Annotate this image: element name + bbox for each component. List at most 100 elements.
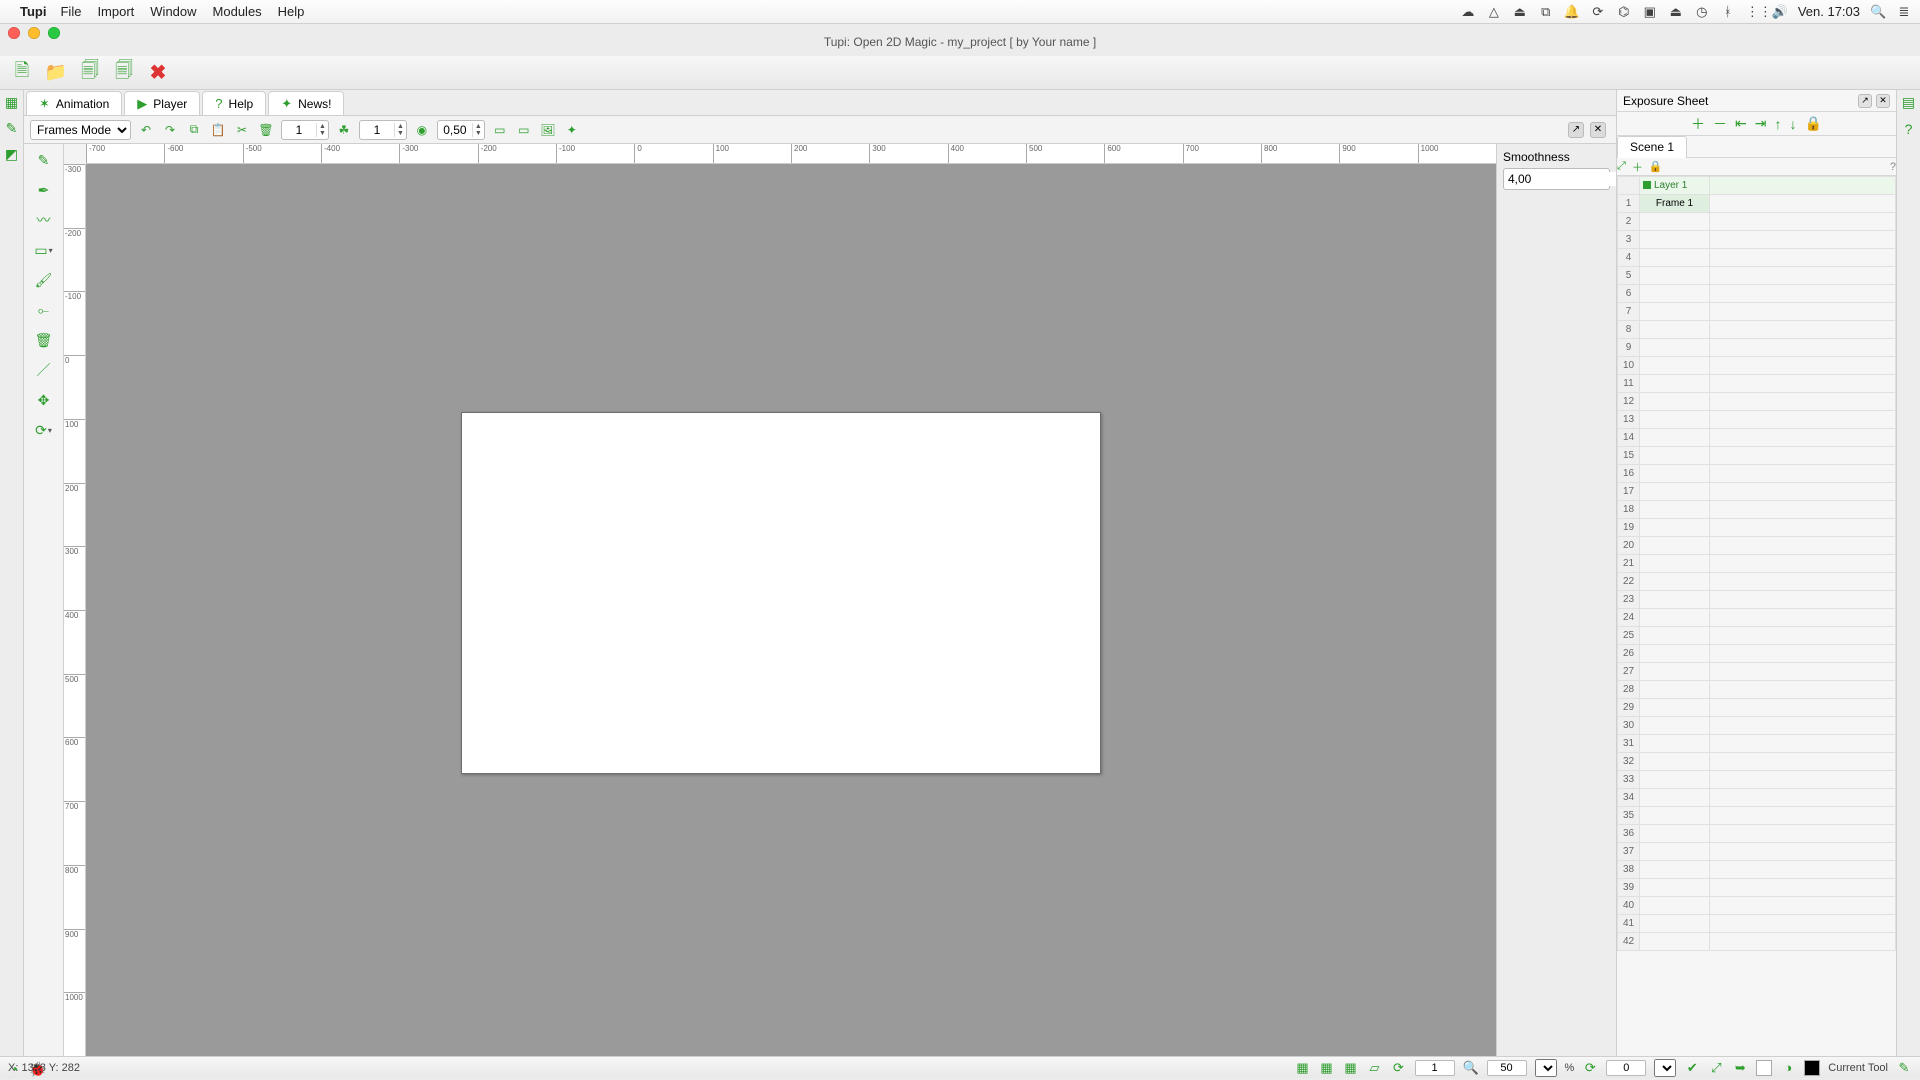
add-layer-icon[interactable]: ＋: [1632, 159, 1643, 175]
brush-tool-icon[interactable]: 🖌: [34, 270, 54, 290]
move-frame-left-icon[interactable]: ⇤: [1735, 115, 1747, 132]
xsheet-row[interactable]: 40: [1618, 897, 1896, 915]
xsheet-row[interactable]: 34: [1618, 789, 1896, 807]
xsheet-row[interactable]: 10: [1618, 357, 1896, 375]
status-drive-icon[interactable]: △: [1486, 4, 1502, 20]
eyedropper-icon[interactable]: ⟜: [34, 300, 54, 320]
menu-modules[interactable]: Modules: [213, 4, 262, 19]
post-icon[interactable]: ✦: [563, 121, 581, 139]
eraser-tool-icon[interactable]: 🗑: [34, 330, 54, 350]
xsheet-row[interactable]: 29: [1618, 699, 1896, 717]
xsheet-row[interactable]: 35: [1618, 807, 1896, 825]
add-frame-icon[interactable]: ＋: [1691, 114, 1705, 134]
delete-icon[interactable]: 🗑: [257, 121, 275, 139]
xsheet-row[interactable]: 18: [1618, 501, 1896, 519]
panel-close-button[interactable]: ✕: [1876, 94, 1890, 108]
copy-icon[interactable]: ⧉: [185, 121, 203, 139]
status-up-icon[interactable]: ⏏: [1512, 4, 1528, 20]
toggle-a-icon[interactable]: ▭: [491, 121, 509, 139]
fullscreen-icon[interactable]: ⤢: [1708, 1060, 1724, 1076]
status-timemachine-icon[interactable]: ◷: [1694, 4, 1710, 20]
expand-icon[interactable]: ⤢: [1617, 160, 1626, 173]
frame-b-stepper[interactable]: ▲▼: [359, 120, 407, 140]
xsheet-row[interactable]: 23: [1618, 591, 1896, 609]
right-help-icon[interactable]: ?: [1900, 121, 1918, 137]
grid-c-icon[interactable]: ▦: [1343, 1060, 1359, 1076]
status-volume-icon[interactable]: 🔊: [1772, 4, 1788, 20]
ink-tool-icon[interactable]: ✒: [34, 180, 54, 200]
exposure-grid[interactable]: Layer 1 1Frame 1234567891011121314151617…: [1617, 176, 1896, 1056]
contour-icon[interactable]: ◑: [1780, 1060, 1796, 1075]
export-icon[interactable]: 🖼: [539, 121, 557, 139]
frames-mode-select[interactable]: Frames Mode: [30, 120, 131, 140]
zoom-input[interactable]: [1487, 1060, 1527, 1076]
xsheet-row[interactable]: 13: [1618, 411, 1896, 429]
brush-color-swatch[interactable]: [1804, 1060, 1820, 1076]
xsheet-row[interactable]: 32: [1618, 753, 1896, 771]
ruler-horizontal[interactable]: -700-600-500-400-300-200-100010020030040…: [86, 144, 1496, 164]
library-icon[interactable]: ◩: [2, 144, 22, 164]
layer-lock-icon[interactable]: 🔒: [1649, 160, 1663, 173]
tab-animation[interactable]: ✶Animation: [26, 91, 122, 115]
polyline-tool-icon[interactable]: 〰: [34, 210, 54, 230]
close-window-button[interactable]: [8, 27, 20, 39]
xsheet-row[interactable]: 16: [1618, 465, 1896, 483]
exposure-dock-icon[interactable]: ▤: [1900, 94, 1918, 111]
new-project-icon[interactable]: 🗎: [10, 61, 34, 85]
xsheet-row[interactable]: 30: [1618, 717, 1896, 735]
brush-props-icon[interactable]: ✎: [2, 118, 22, 138]
tab-player[interactable]: ▶Player: [124, 91, 200, 115]
check-icon[interactable]: ✔: [1684, 1060, 1700, 1076]
xsheet-row[interactable]: 26: [1618, 645, 1896, 663]
xsheet-row[interactable]: 31: [1618, 735, 1896, 753]
paste-icon[interactable]: 📋: [209, 121, 227, 139]
move-tool-icon[interactable]: ✥: [34, 390, 54, 410]
xsheet-row[interactable]: 9: [1618, 339, 1896, 357]
opacity-stepper[interactable]: ▲▼: [437, 120, 485, 140]
timeline-dock-icon[interactable]: ◔: [10, 1061, 18, 1077]
xsheet-row[interactable]: 27: [1618, 663, 1896, 681]
status-wifi-icon[interactable]: ⋮⋮: [1746, 4, 1762, 20]
xsheet-row[interactable]: 7: [1618, 303, 1896, 321]
panel-detach-button[interactable]: ↗: [1568, 122, 1584, 138]
redo-icon[interactable]: ↷: [161, 121, 179, 139]
rotation-select[interactable]: [1654, 1059, 1676, 1077]
xsheet-row[interactable]: 41: [1618, 915, 1896, 933]
xsheet-row[interactable]: 25: [1618, 627, 1896, 645]
debug-dock-icon[interactable]: 🐞: [28, 1061, 45, 1078]
frame-b-input[interactable]: [360, 123, 394, 137]
menubar-clock[interactable]: Ven. 17:03: [1798, 4, 1860, 19]
canvas-viewport[interactable]: [86, 164, 1496, 1056]
xsheet-row[interactable]: 38: [1618, 861, 1896, 879]
xsheet-row[interactable]: 14: [1618, 429, 1896, 447]
status-bell-icon[interactable]: 🔔: [1564, 4, 1580, 20]
scene-tab[interactable]: Scene 1: [1617, 136, 1687, 158]
smoothness-stepper[interactable]: ▲▼: [1503, 168, 1610, 190]
line-tool-icon[interactable]: ／: [34, 360, 54, 380]
frame-a-input[interactable]: [282, 123, 316, 137]
open-project-icon[interactable]: 📁: [44, 61, 68, 85]
app-name[interactable]: Tupi: [20, 4, 46, 19]
remove-frame-icon[interactable]: －: [1713, 114, 1727, 134]
frame-a-stepper[interactable]: ▲▼: [281, 120, 329, 140]
status-sync-icon[interactable]: ⟳: [1590, 4, 1606, 20]
drawing-paper[interactable]: [461, 412, 1101, 774]
tab-news[interactable]: ✦News!: [268, 91, 344, 115]
lock-frame-icon[interactable]: 🔒: [1805, 115, 1822, 132]
ruler-vertical[interactable]: -300-200-1000100200300400500600700800900…: [64, 164, 86, 1056]
zoom-window-button[interactable]: [48, 27, 60, 39]
rotation-input[interactable]: [1606, 1060, 1646, 1076]
undo-icon[interactable]: ↶: [137, 121, 155, 139]
xsheet-row[interactable]: 15: [1618, 447, 1896, 465]
xsheet-row[interactable]: 4: [1618, 249, 1896, 267]
xsheet-row[interactable]: 19: [1618, 519, 1896, 537]
menu-import[interactable]: Import: [97, 4, 134, 19]
menu-window[interactable]: Window: [150, 4, 196, 19]
tab-help[interactable]: ?Help: [202, 91, 266, 115]
color-palette-icon[interactable]: ▦: [2, 92, 22, 112]
xsheet-row[interactable]: 36: [1618, 825, 1896, 843]
xsheet-row[interactable]: 33: [1618, 771, 1896, 789]
spotlight-icon[interactable]: 🔍: [1870, 4, 1886, 20]
pencil-tool-icon[interactable]: ✎: [34, 150, 54, 170]
status-cloud-icon[interactable]: ☁: [1460, 4, 1476, 20]
